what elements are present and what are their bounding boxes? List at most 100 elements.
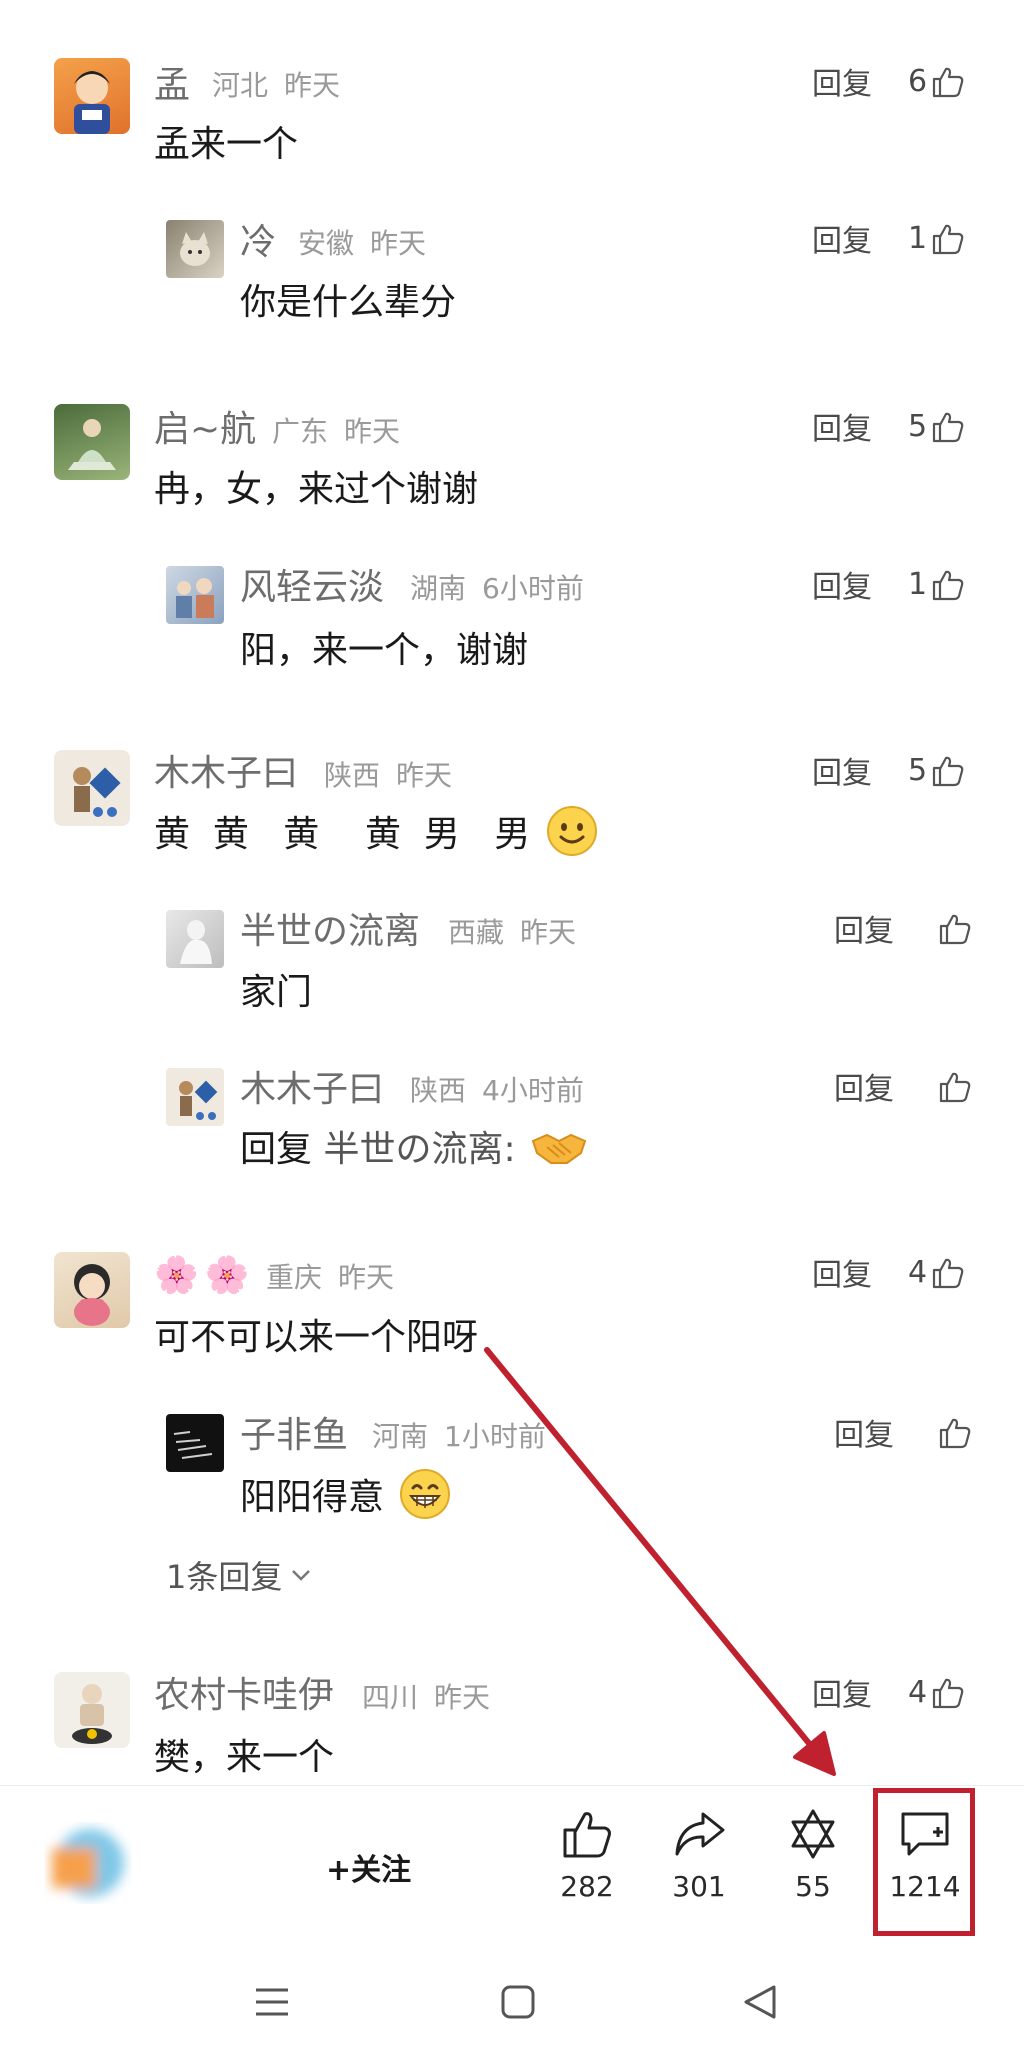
- like-button[interactable]: 5: [908, 754, 965, 788]
- reply-button[interactable]: 回复: [812, 573, 872, 603]
- user-name[interactable]: 半世の流离: [240, 914, 420, 950]
- like-button[interactable]: 1: [908, 222, 965, 256]
- thumbs-up-icon: [932, 412, 964, 443]
- avatar[interactable]: [166, 566, 224, 624]
- thumbs-up-icon: [932, 67, 964, 98]
- reply-button[interactable]: 回复: [812, 759, 872, 789]
- user-name[interactable]: 孟: [154, 68, 190, 104]
- reply-button[interactable]: 回复: [834, 1075, 894, 1105]
- avatar[interactable]: [54, 58, 130, 134]
- cartoon-boy-avatar-icon: [74, 71, 110, 134]
- comment-text: 阳，来一个，谢谢: [240, 630, 529, 671]
- like-button[interactable]: 4: [908, 1256, 965, 1290]
- avatar[interactable]: [54, 1252, 130, 1328]
- time: 6小时前: [482, 572, 584, 605]
- comment-text: 阳阳得意: [240, 1477, 385, 1518]
- user-name[interactable]: 木木子曰: [154, 756, 298, 792]
- like-count: 1: [908, 567, 928, 602]
- like-button[interactable]: [934, 1416, 972, 1450]
- back-icon[interactable]: [740, 1982, 780, 2022]
- like-button[interactable]: 1: [908, 568, 965, 602]
- comment-page: 孟 河北 昨天 回复 6 孟来一个 冷 安徽 昨天 回复 1 你是什么辈分 启~…: [0, 0, 1024, 2060]
- location: 陕西: [324, 759, 381, 792]
- like-button[interactable]: 6: [908, 65, 965, 99]
- time: 1小时前: [444, 1420, 546, 1453]
- location: 河北: [212, 69, 269, 102]
- reply-prefix: 回复: [240, 1129, 313, 1170]
- time: 昨天: [370, 227, 427, 260]
- like-button[interactable]: [934, 912, 972, 946]
- collect-count: 55: [795, 1870, 831, 1903]
- follow-button[interactable]: +关注: [326, 1845, 411, 1889]
- user-name[interactable]: 木木子曰: [240, 1072, 384, 1108]
- avatar[interactable]: [166, 220, 224, 278]
- girl-with-bear-avatar-icon: [74, 1264, 110, 1326]
- collect-action[interactable]: 55: [768, 1808, 858, 1903]
- comment-text-row: 回复 半世の流离:: [240, 1132, 587, 1168]
- thumbs-up-icon: [939, 1418, 971, 1449]
- sitting-figure-avatar-icon: [68, 419, 116, 470]
- reply-button[interactable]: 回复: [812, 70, 872, 100]
- user-name[interactable]: 风轻云淡: [240, 570, 384, 606]
- location: 安徽: [298, 227, 355, 260]
- time: 昨天: [396, 759, 453, 792]
- avatar[interactable]: [54, 1672, 130, 1748]
- like-button[interactable]: 4: [908, 1676, 965, 1710]
- time: 昨天: [344, 415, 401, 448]
- grinning-emoji-icon: [400, 1469, 451, 1519]
- thumbs-up-icon: [563, 1812, 611, 1858]
- avatar[interactable]: [166, 1068, 224, 1126]
- comment-text: 黄 黄 黄 黄 男 男: [154, 814, 531, 855]
- like-count: 5: [908, 409, 928, 444]
- like-count: 4: [908, 1675, 928, 1710]
- reply-button[interactable]: 回复: [812, 415, 872, 445]
- comment-text: 樊，来一个: [154, 1737, 335, 1778]
- time: 昨天: [434, 1681, 491, 1714]
- comment-text: 你是什么辈分: [240, 282, 457, 323]
- like-button[interactable]: 5: [908, 410, 965, 444]
- star-of-david-icon: [791, 1809, 835, 1859]
- expand-replies-label: 1条回复: [166, 1558, 283, 1596]
- reply-button[interactable]: 回复: [812, 227, 872, 257]
- location: 四川: [362, 1681, 419, 1714]
- reply-button[interactable]: 回复: [834, 917, 894, 947]
- home-icon[interactable]: [498, 1982, 538, 2022]
- time: 昨天: [338, 1261, 395, 1294]
- like-count: 4: [908, 1255, 928, 1290]
- reply-button[interactable]: 回复: [812, 1261, 872, 1291]
- like-action[interactable]: 282: [542, 1808, 632, 1903]
- user-name[interactable]: 启~航: [154, 412, 256, 448]
- location: 陕西: [410, 1074, 467, 1107]
- avatar[interactable]: [166, 1414, 224, 1472]
- system-nav-bar: [0, 1950, 1024, 2060]
- user-name[interactable]: 冷: [240, 225, 276, 261]
- reply-target[interactable]: 半世の流离:: [323, 1129, 515, 1170]
- share-action[interactable]: 301: [654, 1808, 744, 1903]
- reply-button[interactable]: 回复: [834, 1421, 894, 1451]
- dark-text-avatar-icon: [173, 1431, 213, 1459]
- like-count: 6: [908, 64, 928, 99]
- comment-text: 可不可以来一个阳呀: [154, 1317, 479, 1358]
- user-name[interactable]: 🌸🌸: [154, 1258, 256, 1294]
- author-avatar[interactable]: [44, 1818, 144, 1908]
- reply-button[interactable]: 回复: [812, 1681, 872, 1711]
- user-name[interactable]: 农村卡哇伊: [154, 1678, 334, 1714]
- cat-avatar-icon: [180, 232, 210, 266]
- statue-avatar-icon: [180, 920, 212, 964]
- thumbs-up-icon: [932, 1678, 964, 1709]
- menu-icon[interactable]: [252, 1982, 292, 2022]
- avatar[interactable]: [54, 404, 130, 480]
- avatar[interactable]: [166, 910, 224, 968]
- time: 昨天: [520, 916, 577, 949]
- avatar[interactable]: [54, 750, 130, 826]
- blurred-avatar-icon: [52, 1829, 124, 1897]
- highlight-box: [873, 1788, 975, 1936]
- user-name[interactable]: 子非鱼: [240, 1418, 348, 1454]
- location: 湖南: [410, 572, 467, 605]
- figure-avatar-icon: [73, 767, 121, 817]
- time: 4小时前: [482, 1074, 584, 1107]
- expand-replies-button[interactable]: 1条回复: [166, 1552, 312, 1598]
- smiley-emoji-icon: [546, 806, 597, 856]
- location: 河南: [372, 1420, 429, 1453]
- like-button[interactable]: [934, 1070, 972, 1104]
